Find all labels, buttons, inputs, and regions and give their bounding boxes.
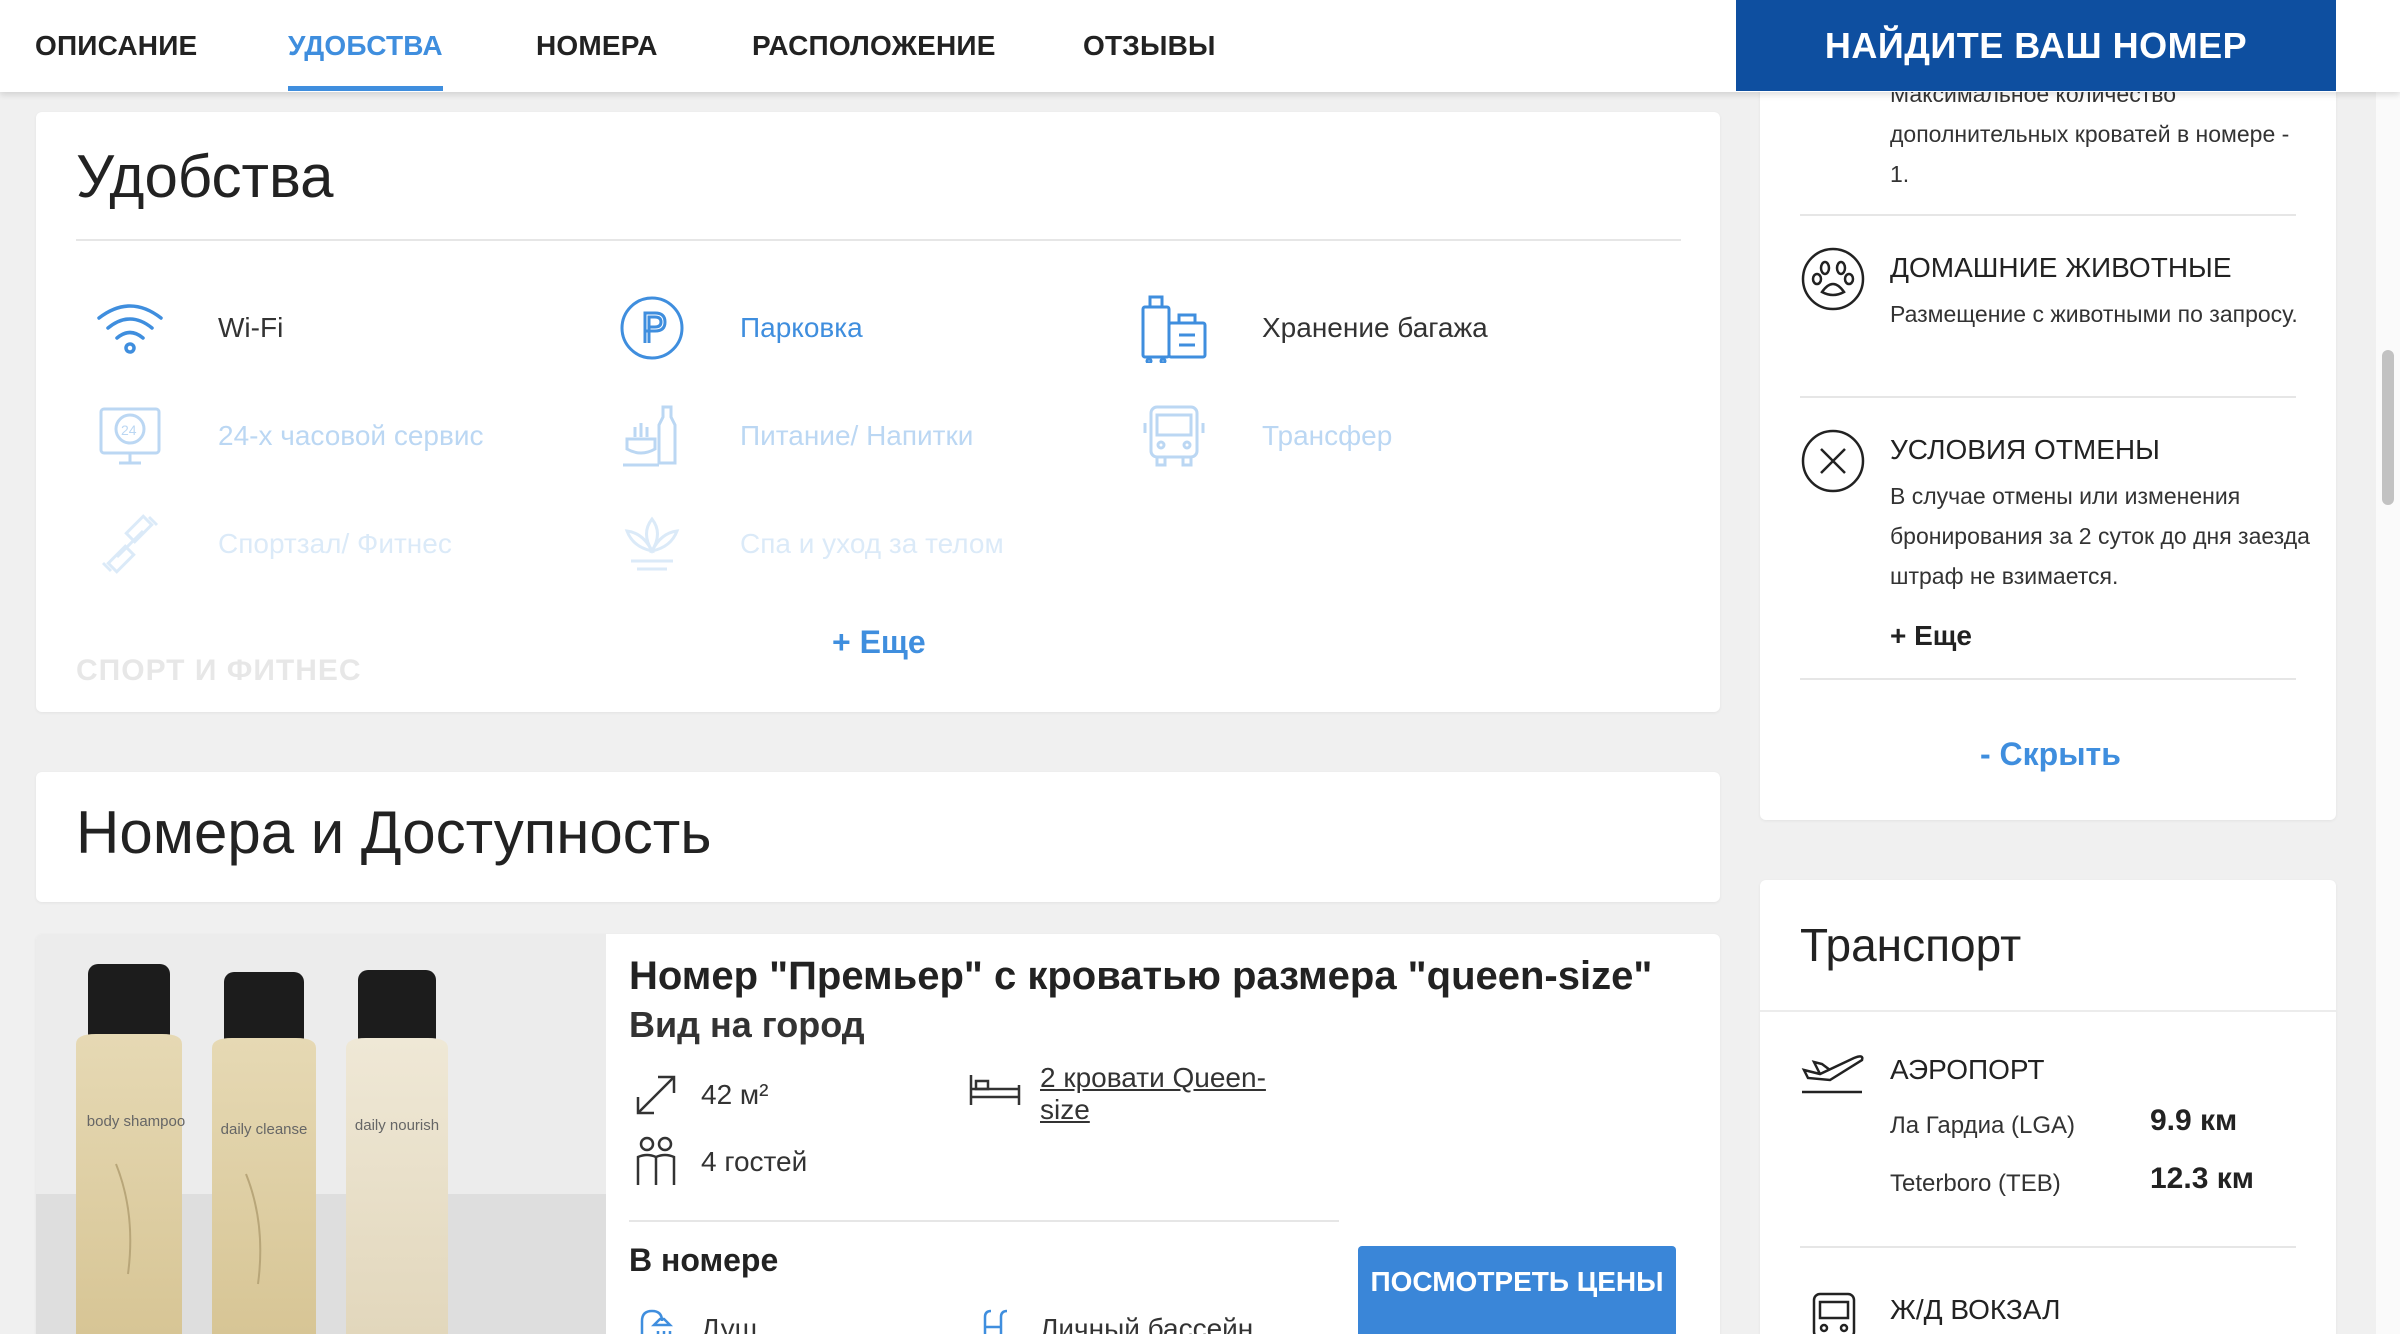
expand-arrows-icon: [629, 1068, 683, 1122]
parking-icon: [612, 288, 692, 368]
guests-icon: [629, 1135, 683, 1189]
view-prices-button[interactable]: ПОСМОТРЕТЬ ЦЕНЫ: [1358, 1246, 1676, 1334]
cancel-text: В случае отмены или изменения бронирован…: [1890, 483, 2310, 589]
in-room-pool: Личный бассейн: [968, 1302, 1253, 1334]
pool-ladder-icon: [968, 1302, 1022, 1334]
scrollbar-thumb[interactable]: [2382, 350, 2394, 505]
rooms-heading-panel: Номера и Доступность: [36, 772, 1720, 902]
airplane-icon: [1801, 1055, 1864, 1094]
pets-title: ДОМАШНИЕ ЖИВОТНЫЕ: [1890, 252, 2232, 283]
luggage-icon: [1134, 288, 1214, 368]
policy-pets: ДОМАШНИЕ ЖИВОТНЫЕ Размещение с животными…: [1800, 242, 2298, 402]
amenity-food-drinks: Питание/ Напитки: [612, 396, 973, 476]
pets-text: Размещение с животными по запросу.: [1890, 301, 2298, 327]
tab-description[interactable]: ОПИСАНИЕ: [35, 30, 197, 62]
amenity-label: Wi-Fi: [218, 312, 284, 343]
in-room-heading: В номере: [629, 1242, 779, 1278]
bed-icon: [968, 1062, 1022, 1116]
divider: [1760, 1010, 2336, 1012]
tab-reviews[interactable]: ОТЗЫВЫ: [1083, 30, 1216, 62]
airport-distance: 9.9 км: [2150, 1104, 2238, 1137]
transport-title: Транспорт: [1800, 919, 2022, 971]
amenity-luggage: Хранение багажа: [1134, 288, 1488, 368]
policies-panel: Максимальное количество дополнительных к…: [1760, 60, 2336, 820]
rooms-title: Номера и Доступность: [76, 799, 712, 866]
airport-name: Ла Гардиа (LGA): [1890, 1112, 2075, 1139]
cancel-title: УСЛОВИЯ ОТМЕНЫ: [1890, 434, 2160, 465]
amenity-label[interactable]: Парковка: [740, 312, 863, 344]
dumbbell-icon: [90, 504, 170, 584]
amenity-wifi: Wi-Fi: [90, 288, 283, 368]
room-beds[interactable]: 2 кровати Queen-size: [968, 1062, 1300, 1126]
divider: [1800, 214, 2296, 216]
shower-icon: [629, 1302, 683, 1334]
bottle-label-1: body shampoo: [87, 1113, 185, 1130]
extra-beds-text: Максимальное количество дополнительных к…: [1890, 81, 2290, 187]
bottle-label-2: daily cleanse: [221, 1121, 308, 1138]
room-size: 42 м²: [629, 1068, 769, 1122]
divider: [76, 239, 1681, 241]
ghost-heading: СПОРТ И ФИТНЕС: [76, 654, 362, 687]
in-room-item: Личный бассейн: [1040, 1313, 1254, 1334]
room-photo[interactable]: body shampoo daily cleanse daily nourish: [36, 934, 606, 1334]
amenity-transfer: Трансфер: [1134, 396, 1392, 476]
tab-rooms[interactable]: НОМЕРА: [536, 30, 658, 62]
room-guests: 4 гостей: [629, 1135, 807, 1189]
amenity-parking[interactable]: Парковка: [612, 288, 863, 368]
room-size-value: 42 м²: [701, 1079, 769, 1110]
airport-distance: 12.3 км: [2150, 1162, 2254, 1195]
amenity-label[interactable]: Трансфер: [1262, 420, 1392, 452]
room-guests-value: 4 гостей: [701, 1146, 808, 1177]
amenities-more-link[interactable]: + Еще: [832, 624, 926, 661]
24h-service-icon: 24: [90, 396, 170, 476]
tab-amenities[interactable]: УДОБСТВА: [288, 30, 443, 91]
amenity-label[interactable]: Питание/ Напитки: [740, 420, 973, 452]
amenity-label[interactable]: Спа и уход за телом: [740, 528, 1004, 560]
find-room-button[interactable]: НАЙДИТЕ ВАШ НОМЕР: [1736, 0, 2336, 91]
policies-more-link[interactable]: + Еще: [1890, 620, 1972, 652]
divider: [1800, 396, 2296, 398]
amenity-24h-service: 24 24-х часовой сервис: [90, 396, 484, 476]
divider: [629, 1220, 1339, 1222]
hide-link[interactable]: - Скрыть: [1980, 736, 2121, 773]
amenity-label[interactable]: Спортзал/ Фитнес: [218, 528, 452, 560]
divider: [1800, 678, 2296, 680]
room-name[interactable]: Номер "Премьер" с кроватью размера "quee…: [629, 954, 1652, 999]
room-card: body shampoo daily cleanse daily nourish…: [36, 934, 1720, 1334]
amenity-label[interactable]: 24-х часовой сервис: [218, 420, 484, 452]
top-navigation: ОПИСАНИЕ УДОБСТВА НОМЕРА РАСПОЛОЖЕНИЕ ОТ…: [0, 0, 2400, 92]
spa-lotus-icon: [612, 504, 692, 584]
in-room-shower: Душ: [629, 1302, 757, 1334]
room-beds-value[interactable]: 2 кровати Queen-size: [1040, 1062, 1300, 1126]
amenity-label: Хранение багажа: [1262, 312, 1488, 343]
amenity-spa: Спа и уход за телом: [612, 504, 1004, 584]
amenity-gym: Спортзал/ Фитнес: [90, 504, 452, 584]
amenities-title: Удобства: [76, 143, 334, 210]
train-icon: [1812, 1292, 1856, 1334]
airport-name: Teterboro (TEB): [1890, 1170, 2061, 1197]
close-circle-icon: [1801, 429, 1865, 493]
transport-panel: Транспорт АЭРОПОРТ Ла Гардиа (LGA) 9.9 к…: [1760, 880, 2336, 1334]
svg-text:24: 24: [121, 422, 137, 438]
wifi-icon: [90, 288, 170, 368]
food-drinks-icon: [612, 396, 692, 476]
bus-icon: [1134, 396, 1214, 476]
page-scrollbar[interactable]: [2376, 0, 2400, 1334]
paw-icon: [1801, 247, 1865, 311]
bottle-label-3: daily nourish: [355, 1117, 439, 1134]
room-view: Вид на город: [629, 1004, 865, 1045]
airport-label: АЭРОПОРТ: [1890, 1054, 2045, 1085]
divider: [1800, 1246, 2296, 1248]
amenities-panel: Удобства Wi-Fi Парковка Хранение багажа: [36, 112, 1720, 712]
policy-cancellation: УСЛОВИЯ ОТМЕНЫ В случае отмены или измен…: [1800, 424, 2310, 654]
tab-location[interactable]: РАСПОЛОЖЕНИЕ: [752, 30, 996, 62]
in-room-item: Душ: [701, 1313, 758, 1334]
rail-label: Ж/Д ВОКЗАЛ: [1890, 1294, 2061, 1325]
